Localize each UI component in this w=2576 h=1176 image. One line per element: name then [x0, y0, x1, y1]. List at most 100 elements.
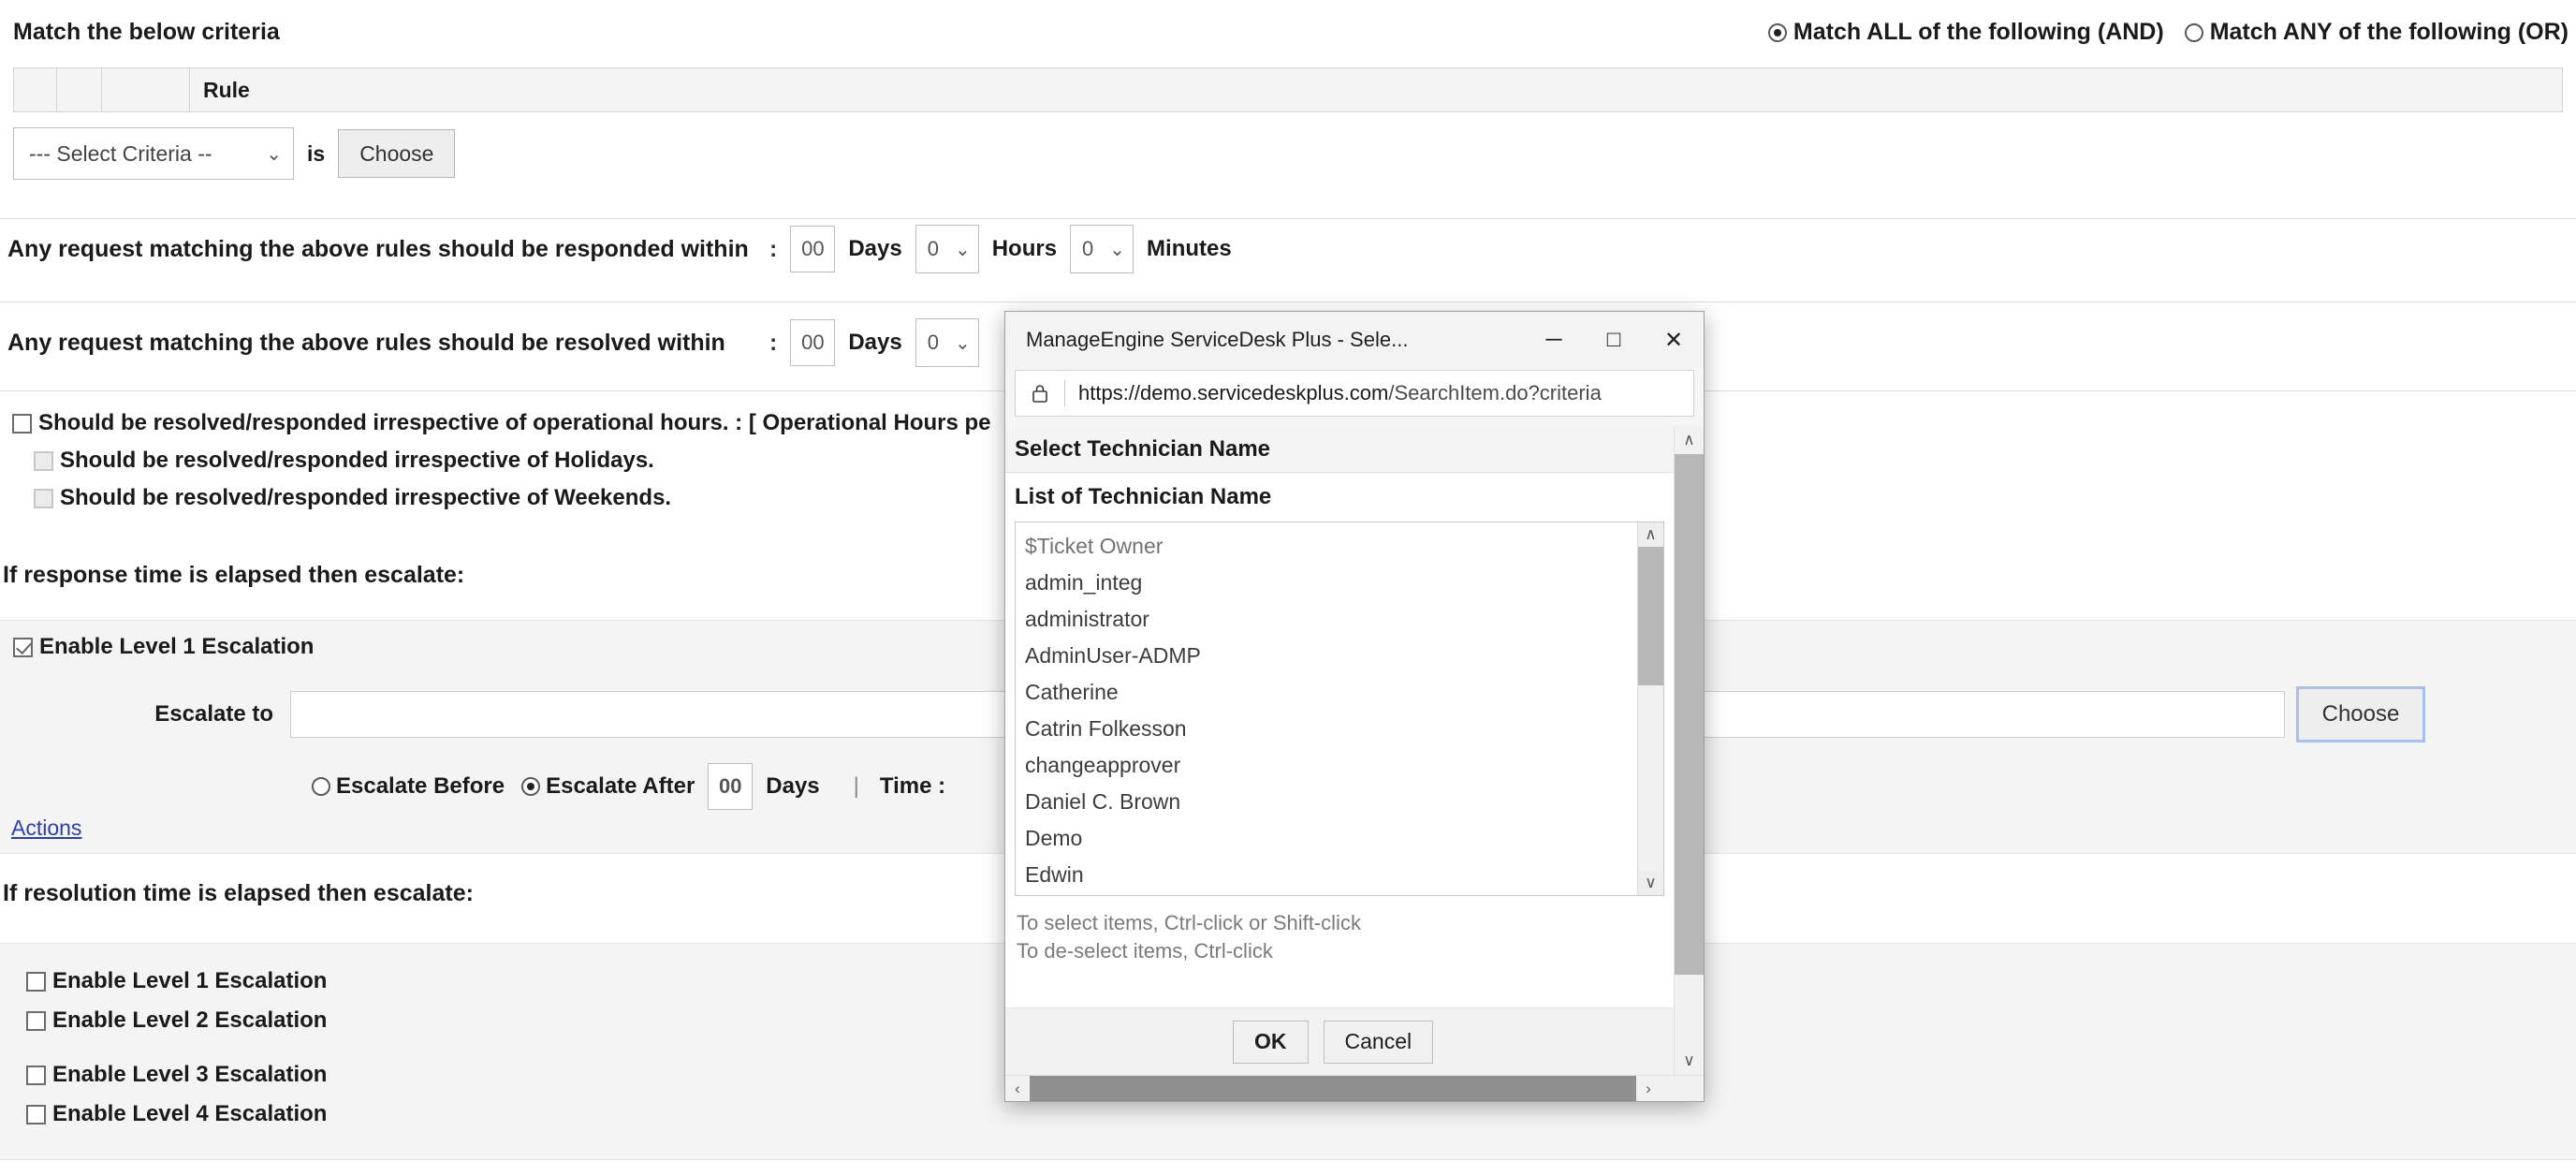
- resolve-hours-value: 0: [928, 331, 939, 355]
- scroll-right-icon[interactable]: ›: [1636, 1080, 1661, 1098]
- checkbox-enable-level1-response[interactable]: Enable Level 1 Escalation: [13, 634, 314, 660]
- list-item[interactable]: admin_integ: [1025, 565, 1637, 601]
- dialog-scroll-thumb[interactable]: [1675, 454, 1704, 975]
- radio-escalate-before-icon[interactable]: [312, 777, 330, 796]
- list-item[interactable]: Edwin: [1025, 857, 1637, 893]
- chevron-down-icon: ⌄: [955, 238, 971, 261]
- checkbox-icon[interactable]: [13, 638, 33, 657]
- escalate-after-days-input[interactable]: 00: [708, 763, 753, 810]
- checkbox-icon[interactable]: [26, 972, 46, 992]
- dialog-body: Select Technician Name List of Technicia…: [1005, 426, 1704, 1075]
- timing-separator: |: [854, 773, 859, 800]
- radio-match-all[interactable]: Match ALL of the following (AND): [1768, 19, 2164, 46]
- radio-escalate-after-icon[interactable]: [521, 777, 540, 796]
- listbox-scrollbar[interactable]: ∧ ∨: [1637, 522, 1663, 895]
- scroll-up-icon[interactable]: ∧: [1638, 522, 1663, 547]
- resolve-hours-select[interactable]: 0 ⌄: [915, 318, 979, 367]
- url-host: https://demo.servicedeskplus.com: [1078, 381, 1388, 404]
- slа-rule-page: Match the below criteria Match ALL of th…: [0, 0, 2576, 1176]
- hint-line-1: To select items, Ctrl-click or Shift-cli…: [1017, 909, 1674, 937]
- match-mode-group: Match ALL of the following (AND) Match A…: [1748, 19, 2569, 46]
- scroll-left-icon[interactable]: ‹: [1005, 1080, 1030, 1098]
- dialog-vertical-scrollbar[interactable]: ∧ ∨: [1674, 426, 1704, 1075]
- checkbox-icon[interactable]: [26, 1105, 46, 1125]
- list-item[interactable]: $Ticket Owner: [1025, 528, 1637, 565]
- respond-colon: :: [769, 236, 777, 263]
- list-item[interactable]: administrator: [1025, 601, 1637, 638]
- close-icon[interactable]: ✕: [1644, 313, 1704, 367]
- checkbox-enable-level3-resolution[interactable]: Enable Level 3 Escalation: [26, 1062, 327, 1088]
- dialog-url-bar[interactable]: https://demo.servicedeskplus.com/SearchI…: [1015, 370, 1694, 417]
- dialog-hscroll-thumb[interactable]: [1030, 1076, 1636, 1101]
- resolution-escalation-title: If resolution time is elapsed then escal…: [3, 880, 474, 907]
- respond-days-input[interactable]: 00: [790, 226, 835, 272]
- list-of-technician-header: List of Technician Name: [1005, 473, 1674, 520]
- radio-escalate-after-label: Escalate After: [546, 773, 695, 800]
- respond-within-label: Any request matching the above rules sho…: [0, 236, 769, 263]
- checkbox-icon[interactable]: [12, 414, 32, 434]
- cancel-button[interactable]: Cancel: [1324, 1021, 1434, 1064]
- list-item[interactable]: Demo: [1025, 820, 1637, 857]
- checkbox-label: Enable Level 1 Escalation: [39, 634, 314, 660]
- checkbox-irrespective-weekends[interactable]: Should be resolved/responded irrespectiv…: [0, 485, 991, 511]
- checkbox-icon[interactable]: [26, 1066, 46, 1085]
- list-item[interactable]: Catrin Folkesson: [1025, 711, 1637, 747]
- rule-col-2: [57, 68, 102, 111]
- url-path: /SearchItem.do?criteria: [1388, 381, 1601, 404]
- maximize-icon[interactable]: □: [1584, 313, 1644, 367]
- respond-minutes-value: 0: [1082, 237, 1093, 261]
- chevron-down-icon: ⌄: [955, 331, 971, 355]
- technician-list-items: $Ticket Owner admin_integ administrator …: [1016, 522, 1637, 895]
- actions-link[interactable]: Actions: [11, 816, 81, 841]
- dialog-horizontal-scrollbar[interactable]: ‹ ›: [1005, 1075, 1704, 1101]
- page-title: Match the below criteria: [13, 19, 280, 46]
- list-item[interactable]: Daniel C. Brown: [1025, 784, 1637, 820]
- scroll-down-icon[interactable]: ∨: [1675, 1047, 1704, 1075]
- divider-2: [0, 301, 2576, 302]
- escalate-to-choose-button[interactable]: Choose: [2298, 688, 2423, 741]
- resolve-within-label: Any request matching the above rules sho…: [0, 330, 769, 357]
- escalate-timing-row: Escalate Before Escalate After 00 Days |…: [312, 763, 945, 810]
- checkbox-icon[interactable]: [34, 451, 53, 471]
- scroll-up-icon[interactable]: ∧: [1675, 426, 1704, 454]
- escalate-after-days-unit: Days: [766, 773, 819, 800]
- checkbox-label: Enable Level 3 Escalation: [52, 1062, 327, 1088]
- escalate-time-label: Time :: [880, 773, 945, 800]
- rule-col-3: [102, 68, 190, 111]
- scroll-down-icon[interactable]: ∨: [1638, 871, 1663, 895]
- radio-match-all-icon[interactable]: [1768, 23, 1787, 42]
- checkbox-icon[interactable]: [26, 1011, 46, 1031]
- match-criteria-header: Match the below criteria Match ALL of th…: [0, 0, 2576, 58]
- technician-listbox[interactable]: $Ticket Owner admin_integ administrator …: [1015, 522, 1664, 896]
- criteria-choose-button[interactable]: Choose: [338, 129, 455, 178]
- respond-hours-select[interactable]: 0 ⌄: [915, 225, 979, 273]
- minimize-icon[interactable]: ─: [1524, 313, 1584, 367]
- list-item[interactable]: changeapprover: [1025, 747, 1637, 784]
- respond-minutes-unit: Minutes: [1147, 236, 1232, 262]
- checkbox-enable-level2-resolution[interactable]: Enable Level 2 Escalation: [26, 1007, 327, 1034]
- checkbox-enable-level1-resolution[interactable]: Enable Level 1 Escalation: [26, 968, 327, 994]
- respond-minutes-select[interactable]: 0 ⌄: [1070, 225, 1134, 273]
- radio-match-any[interactable]: Match ANY of the following (OR): [2185, 19, 2569, 46]
- lock-icon: [1016, 382, 1064, 404]
- respond-hours-value: 0: [928, 237, 939, 261]
- checkbox-irrespective-operational-hours[interactable]: Should be resolved/responded irrespectiv…: [0, 410, 991, 436]
- checkbox-enable-level4-resolution[interactable]: Enable Level 4 Escalation: [26, 1101, 327, 1127]
- dialog-url-text: https://demo.servicedeskplus.com/SearchI…: [1065, 381, 1693, 405]
- ok-button[interactable]: OK: [1233, 1021, 1309, 1064]
- dialog-titlebar[interactable]: ManageEngine ServiceDesk Plus - Sele... …: [1005, 312, 1704, 368]
- resolve-colon: :: [769, 330, 777, 357]
- list-item[interactable]: Catherine: [1025, 674, 1637, 711]
- checkbox-icon[interactable]: [34, 489, 53, 508]
- listbox-scroll-thumb[interactable]: [1638, 547, 1663, 685]
- list-item[interactable]: AdminUser-ADMP: [1025, 638, 1637, 674]
- radio-match-any-icon[interactable]: [2185, 23, 2203, 42]
- resolve-days-input[interactable]: 00: [790, 319, 835, 366]
- chevron-down-icon: ⌄: [266, 142, 282, 166]
- radio-match-all-label: Match ALL of the following (AND): [1793, 19, 2164, 46]
- chevron-down-icon: ⌄: [1109, 238, 1125, 261]
- radio-escalate-before-label: Escalate Before: [336, 773, 505, 800]
- select-criteria-dropdown[interactable]: --- Select Criteria -- ⌄: [13, 127, 294, 180]
- checkbox-irrespective-holidays[interactable]: Should be resolved/responded irrespectiv…: [0, 448, 991, 474]
- criteria-row: --- Select Criteria -- ⌄ is Choose: [13, 127, 455, 180]
